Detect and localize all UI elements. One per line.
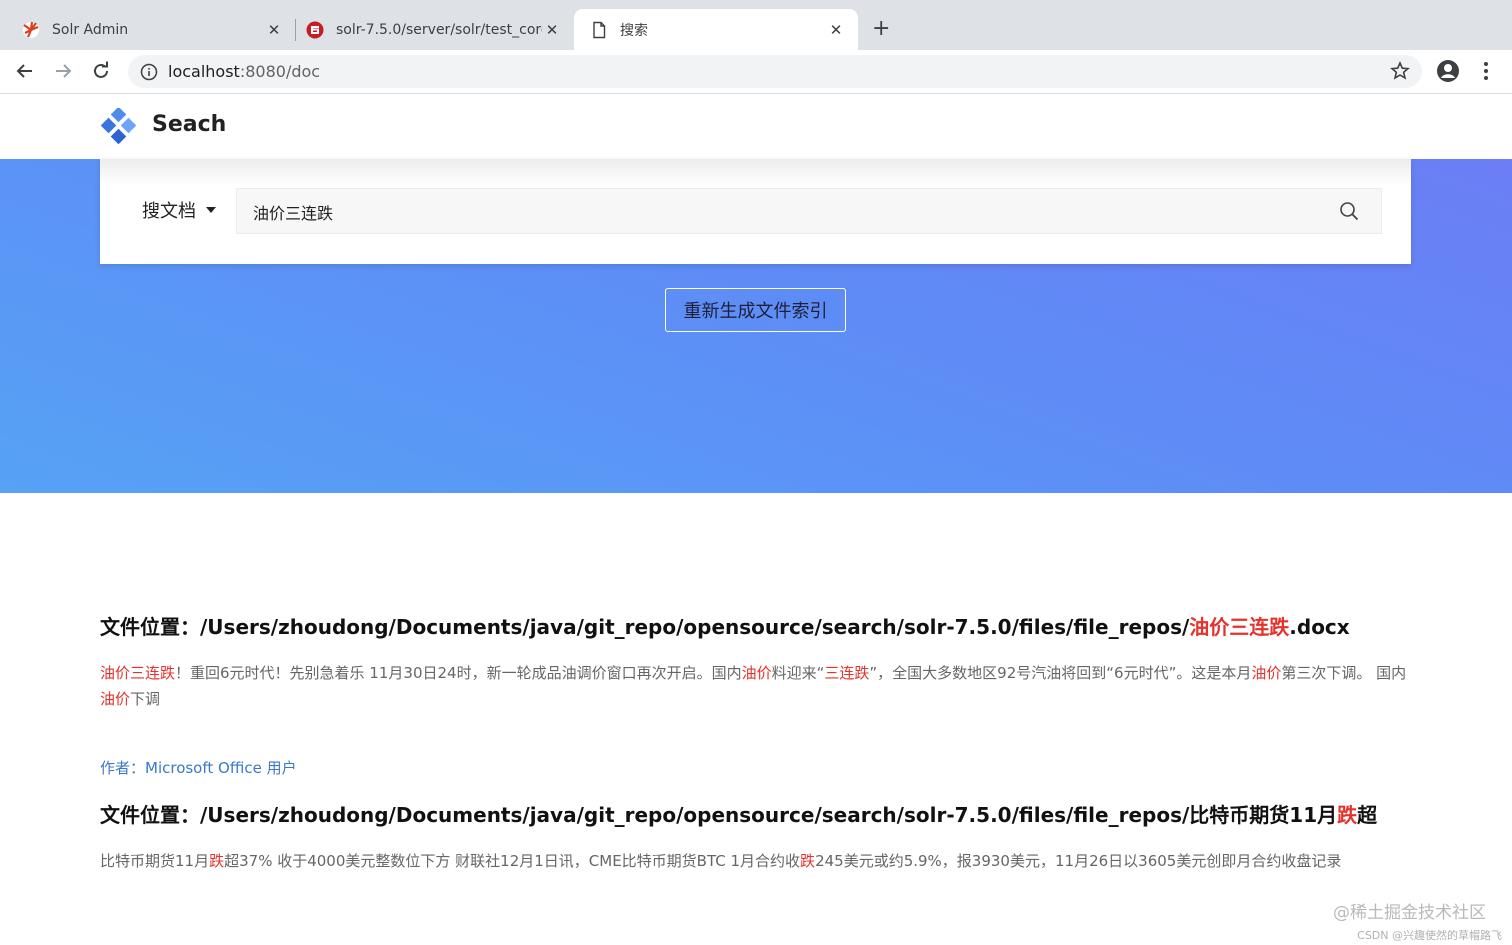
back-icon[interactable] [12, 58, 38, 84]
tab-title: 搜索 [620, 22, 648, 39]
browser-toolbar: localhost:8080/doc [0, 50, 1512, 94]
tab-search[interactable]: 搜索 ✕ [574, 9, 858, 50]
brand-name[interactable]: Seach [152, 112, 226, 137]
search-type-label: 搜文档 [142, 201, 196, 222]
snippet-text: ”，全国大多数地区92号汽油将回到“6元时代”。这是本月 [869, 664, 1252, 682]
close-icon[interactable]: ✕ [542, 21, 562, 39]
snippet-highlight: 三连跌 [824, 664, 870, 682]
snippet-highlight: 油价 [100, 690, 131, 708]
result-path: 文件位置：/Users/zhoudong/Documents/java/git_… [100, 803, 1338, 827]
snippet-text: 料迎来“ [771, 664, 825, 682]
bookmark-star-icon[interactable] [1390, 61, 1410, 81]
snippet-highlight: 油价 [1251, 664, 1282, 682]
site-header: Seach [0, 94, 1512, 159]
page-icon [593, 21, 606, 38]
result-author: 作者：Microsoft Office 用户 [100, 759, 297, 777]
result-title[interactable]: 文件位置：/Users/zhoudong/Documents/java/git_… [100, 611, 1350, 640]
hero-banner: 搜文档 重新生成文件索引 [0, 159, 1512, 493]
snippet-text: 超37% 收于4000美元整数位下方 财联社12月1日讯，CME比特币期货BTC… [224, 852, 801, 870]
info-icon[interactable] [140, 63, 158, 81]
url-path: :8080/doc [239, 62, 321, 81]
result-snippet: 比特币期货11月跌超37% 收于4000美元整数位下方 财联社12月1日讯，CM… [100, 848, 1412, 874]
reload-icon[interactable] [88, 58, 114, 84]
result-snippet: 油价三连跌！重回6元时代！先别急着乐 11月30日24时，新一轮成品油调价窗口再… [100, 660, 1412, 712]
more-menu-icon[interactable] [1476, 59, 1496, 83]
search-icon[interactable] [1339, 201, 1359, 221]
tab-solr-admin[interactable]: Solr Admin ✕ [12, 9, 296, 50]
watermark-small: CSDN @兴趣使然的草帽路飞 [1357, 929, 1502, 942]
snippet-highlight: 油价 [741, 664, 772, 682]
forward-icon[interactable] [50, 58, 76, 84]
browser-tab-bar: Solr Admin ✕ solr-7.5.0/server/solr/test… [0, 0, 1512, 50]
snippet-text: 第三次下调。 国内 [1281, 664, 1407, 682]
search-type-dropdown[interactable]: 搜文档 [142, 197, 216, 223]
new-tab-icon[interactable]: + [872, 16, 890, 42]
result-path-highlight: 跌 [1337, 803, 1358, 827]
snippet-highlight: 跌 [209, 852, 225, 870]
result-path-suffix: .docx [1289, 615, 1350, 639]
caret-down-icon [206, 207, 216, 213]
url-host: localhost [168, 62, 240, 81]
url-text: localhost:8080/doc [168, 62, 320, 81]
profile-icon[interactable] [1436, 59, 1460, 83]
logo-icon[interactable] [100, 108, 138, 146]
tab-title: Solr Admin [52, 21, 129, 38]
search-input[interactable] [251, 199, 1315, 225]
rebuild-index-button[interactable]: 重新生成文件索引 [665, 288, 846, 332]
snippet-text: 下调 [130, 690, 161, 708]
result-path: 文件位置：/Users/zhoudong/Documents/java/git_… [100, 615, 1190, 639]
result-path-suffix: 超 [1357, 803, 1378, 827]
solr-logo-icon [23, 21, 39, 38]
gitee-logo-icon [306, 21, 324, 38]
snippet-text: 比特币期货11月 [100, 852, 210, 870]
snippet-text: 245美元或约5.9%，报3930美元，11月26日以3605美元创即月合约收盘… [815, 852, 1342, 870]
close-icon[interactable]: ✕ [264, 21, 284, 39]
watermark: @稀土掘金技术社区 [1333, 903, 1486, 923]
close-icon[interactable]: ✕ [826, 21, 846, 39]
tab-title: solr-7.5.0/server/solr/test_core [336, 21, 542, 38]
snippet-highlight: 跌 [800, 852, 816, 870]
tab-gitee[interactable]: solr-7.5.0/server/solr/test_core ✕ [296, 9, 574, 50]
search-card: 搜文档 [100, 159, 1411, 264]
result-title[interactable]: 文件位置：/Users/zhoudong/Documents/java/git_… [100, 799, 1377, 828]
snippet-highlight: 油价三连跌 [100, 664, 176, 682]
search-box [236, 188, 1382, 234]
address-bar[interactable]: localhost:8080/doc [128, 55, 1422, 88]
result-path-highlight: 油价三连跌 [1189, 615, 1290, 639]
snippet-text: ！重回6元时代！先别急着乐 11月30日24时，新一轮成品油调价窗口再次开启。国… [175, 664, 742, 682]
